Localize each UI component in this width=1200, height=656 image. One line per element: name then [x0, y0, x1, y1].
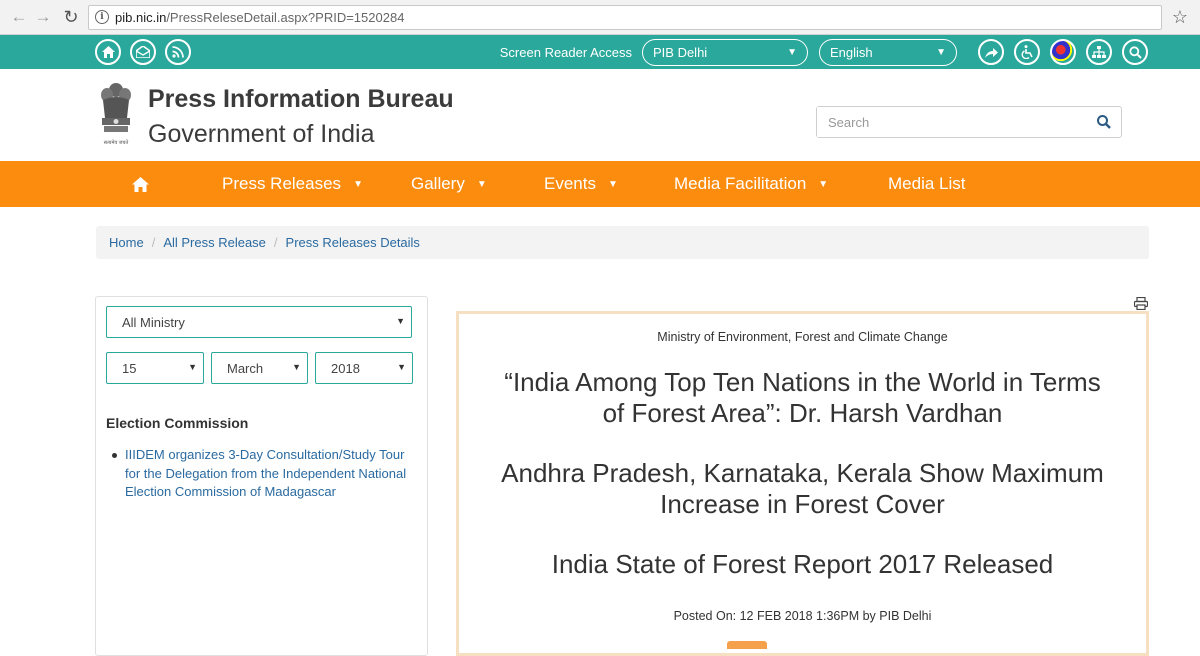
nav-label: Gallery: [411, 174, 465, 193]
nav-label: Media List: [888, 174, 966, 193]
color-palette-icon[interactable]: [1050, 39, 1076, 65]
site-search: [816, 106, 1122, 138]
scroll-tab[interactable]: [727, 641, 767, 649]
day-select[interactable]: 15 ▼: [106, 352, 204, 384]
print-icon[interactable]: [1134, 297, 1148, 310]
sitemap-icon[interactable]: [1086, 39, 1112, 65]
screen-reader-access-link[interactable]: Screen Reader Access: [500, 45, 632, 60]
caret-down-icon: ▼: [353, 178, 363, 190]
filter-sidebar: All Ministry ▼ 15 ▼ March ▼ 2018 ▼ Elect…: [95, 296, 428, 656]
month-select[interactable]: March ▼: [211, 352, 308, 384]
press-release-article: Ministry of Environment, Forest and Clim…: [456, 311, 1149, 656]
address-bar[interactable]: i pib.nic.in/PressReleseDetail.aspx?PRID…: [88, 4, 1162, 30]
region-select-value: PIB Delhi: [653, 44, 708, 60]
nav-label: Events: [544, 174, 596, 193]
chevron-down-icon: ▼: [188, 362, 197, 372]
home-icon[interactable]: [95, 39, 121, 65]
accessibility-icon[interactable]: [1014, 39, 1040, 65]
site-header: सत्यमेव जयते Press Information Bureau Go…: [0, 69, 1200, 161]
main-navigation: Press Releases ▼ Gallery ▼ Events ▼ Media F…: [0, 161, 1200, 207]
release-link[interactable]: IIIDEM organizes 3-Day Consultation/Stud…: [125, 446, 417, 502]
accessibility-tools: Screen Reader Access PIB Delhi ▼ English…: [500, 35, 1148, 69]
nav-gallery[interactable]: Gallery ▼: [411, 161, 487, 207]
bullet: [112, 453, 117, 458]
year-select[interactable]: 2018 ▼: [315, 352, 413, 384]
forward-arrow-icon[interactable]: →: [32, 6, 54, 28]
share-icon[interactable]: [978, 39, 1004, 65]
chevron-down-icon: ▼: [397, 362, 406, 372]
month-select-value: March: [227, 360, 264, 376]
caret-down-icon: ▼: [818, 178, 829, 190]
search-icon[interactable]: [1096, 114, 1112, 130]
breadcrumb-home[interactable]: Home: [109, 235, 144, 250]
ministry-select[interactable]: All Ministry ▼: [106, 306, 412, 338]
nav-media-list[interactable]: Media List: [888, 161, 965, 207]
breadcrumb-separator: /: [273, 235, 278, 250]
headline-line: Andhra Pradesh, Karnataka, Kerala Show M…: [501, 458, 1104, 488]
chevron-down-icon: ▼: [396, 316, 405, 326]
info-icon[interactable]: i: [95, 10, 109, 24]
back-arrow-icon[interactable]: ←: [8, 6, 30, 28]
url-host: pib.nic.in: [115, 9, 167, 25]
ministry-select-value: All Ministry: [122, 314, 185, 330]
home-icon: [132, 176, 149, 192]
chevron-down-icon: ▼: [787, 46, 797, 58]
headline-line: “India Among Top Ten Nations in the Worl…: [504, 367, 1101, 397]
search-icon[interactable]: [1122, 39, 1148, 65]
rss-icon[interactable]: [165, 39, 191, 65]
day-select-value: 15: [122, 360, 137, 376]
org-title[interactable]: Press Information Bureau: [148, 85, 454, 114]
mail-icon[interactable]: [130, 39, 156, 65]
language-select[interactable]: English ▼: [819, 38, 957, 66]
nav-home[interactable]: [132, 161, 149, 207]
breadcrumb: Home / All Press Release / Press Release…: [96, 226, 1149, 259]
chevron-down-icon: ▼: [292, 362, 301, 372]
region-select[interactable]: PIB Delhi ▼: [642, 38, 808, 66]
posted-on: Posted On: 12 FEB 2018 1:36PM by PIB Del…: [673, 609, 932, 623]
reload-icon[interactable]: ↻: [60, 6, 82, 28]
nav-label: Press Releases: [222, 174, 342, 193]
nav-label: Media Facilitation: [674, 174, 807, 193]
nav-press-releases[interactable]: Press Releases ▼: [222, 161, 363, 207]
bookmark-star-icon[interactable]: ☆: [1168, 7, 1192, 28]
national-emblem-logo: सत्यमेव जयते: [101, 83, 131, 146]
chevron-down-icon: ▼: [936, 46, 946, 58]
release-list: IIIDEM organizes 3-Day Consultation/Stud…: [112, 446, 417, 502]
caret-down-icon: ▼: [476, 178, 487, 190]
language-select-value: English: [830, 44, 873, 60]
nav-events[interactable]: Events ▼: [544, 161, 618, 207]
nav-media-facilitation[interactable]: Media Facilitation ▼: [674, 161, 828, 207]
headline-line: India State of Forest Report 2017 Releas…: [551, 549, 1054, 579]
accessibility-bar: Screen Reader Access PIB Delhi ▼ English…: [0, 35, 1200, 69]
caret-down-icon: ▼: [607, 178, 618, 190]
list-item[interactable]: IIIDEM organizes 3-Day Consultation/Stud…: [112, 446, 417, 502]
headline-line: of Forest Area”: Dr. Harsh Vardhan: [602, 397, 1003, 428]
search-input[interactable]: [817, 107, 1087, 137]
browser-toolbar: ← → ↻ i pib.nic.in/PressReleseDetail.asp…: [0, 0, 1200, 35]
headline-line: Increase in Forest Cover: [660, 488, 945, 519]
article-ministry: Ministry of Environment, Forest and Clim…: [657, 330, 948, 344]
breadcrumb-separator: /: [151, 235, 156, 250]
url-path: /PressReleseDetail.aspx?PRID=1520284: [166, 9, 405, 25]
year-select-value: 2018: [331, 360, 360, 376]
gov-subtitle: Government of India: [148, 120, 375, 148]
breadcrumb-current[interactable]: Press Releases Details: [286, 235, 420, 250]
breadcrumb-all-press-release[interactable]: All Press Release: [163, 235, 266, 250]
ministry-section-title: Election Commission: [106, 415, 249, 431]
emblem-motto: सत्यमेव जयते: [104, 139, 129, 146]
